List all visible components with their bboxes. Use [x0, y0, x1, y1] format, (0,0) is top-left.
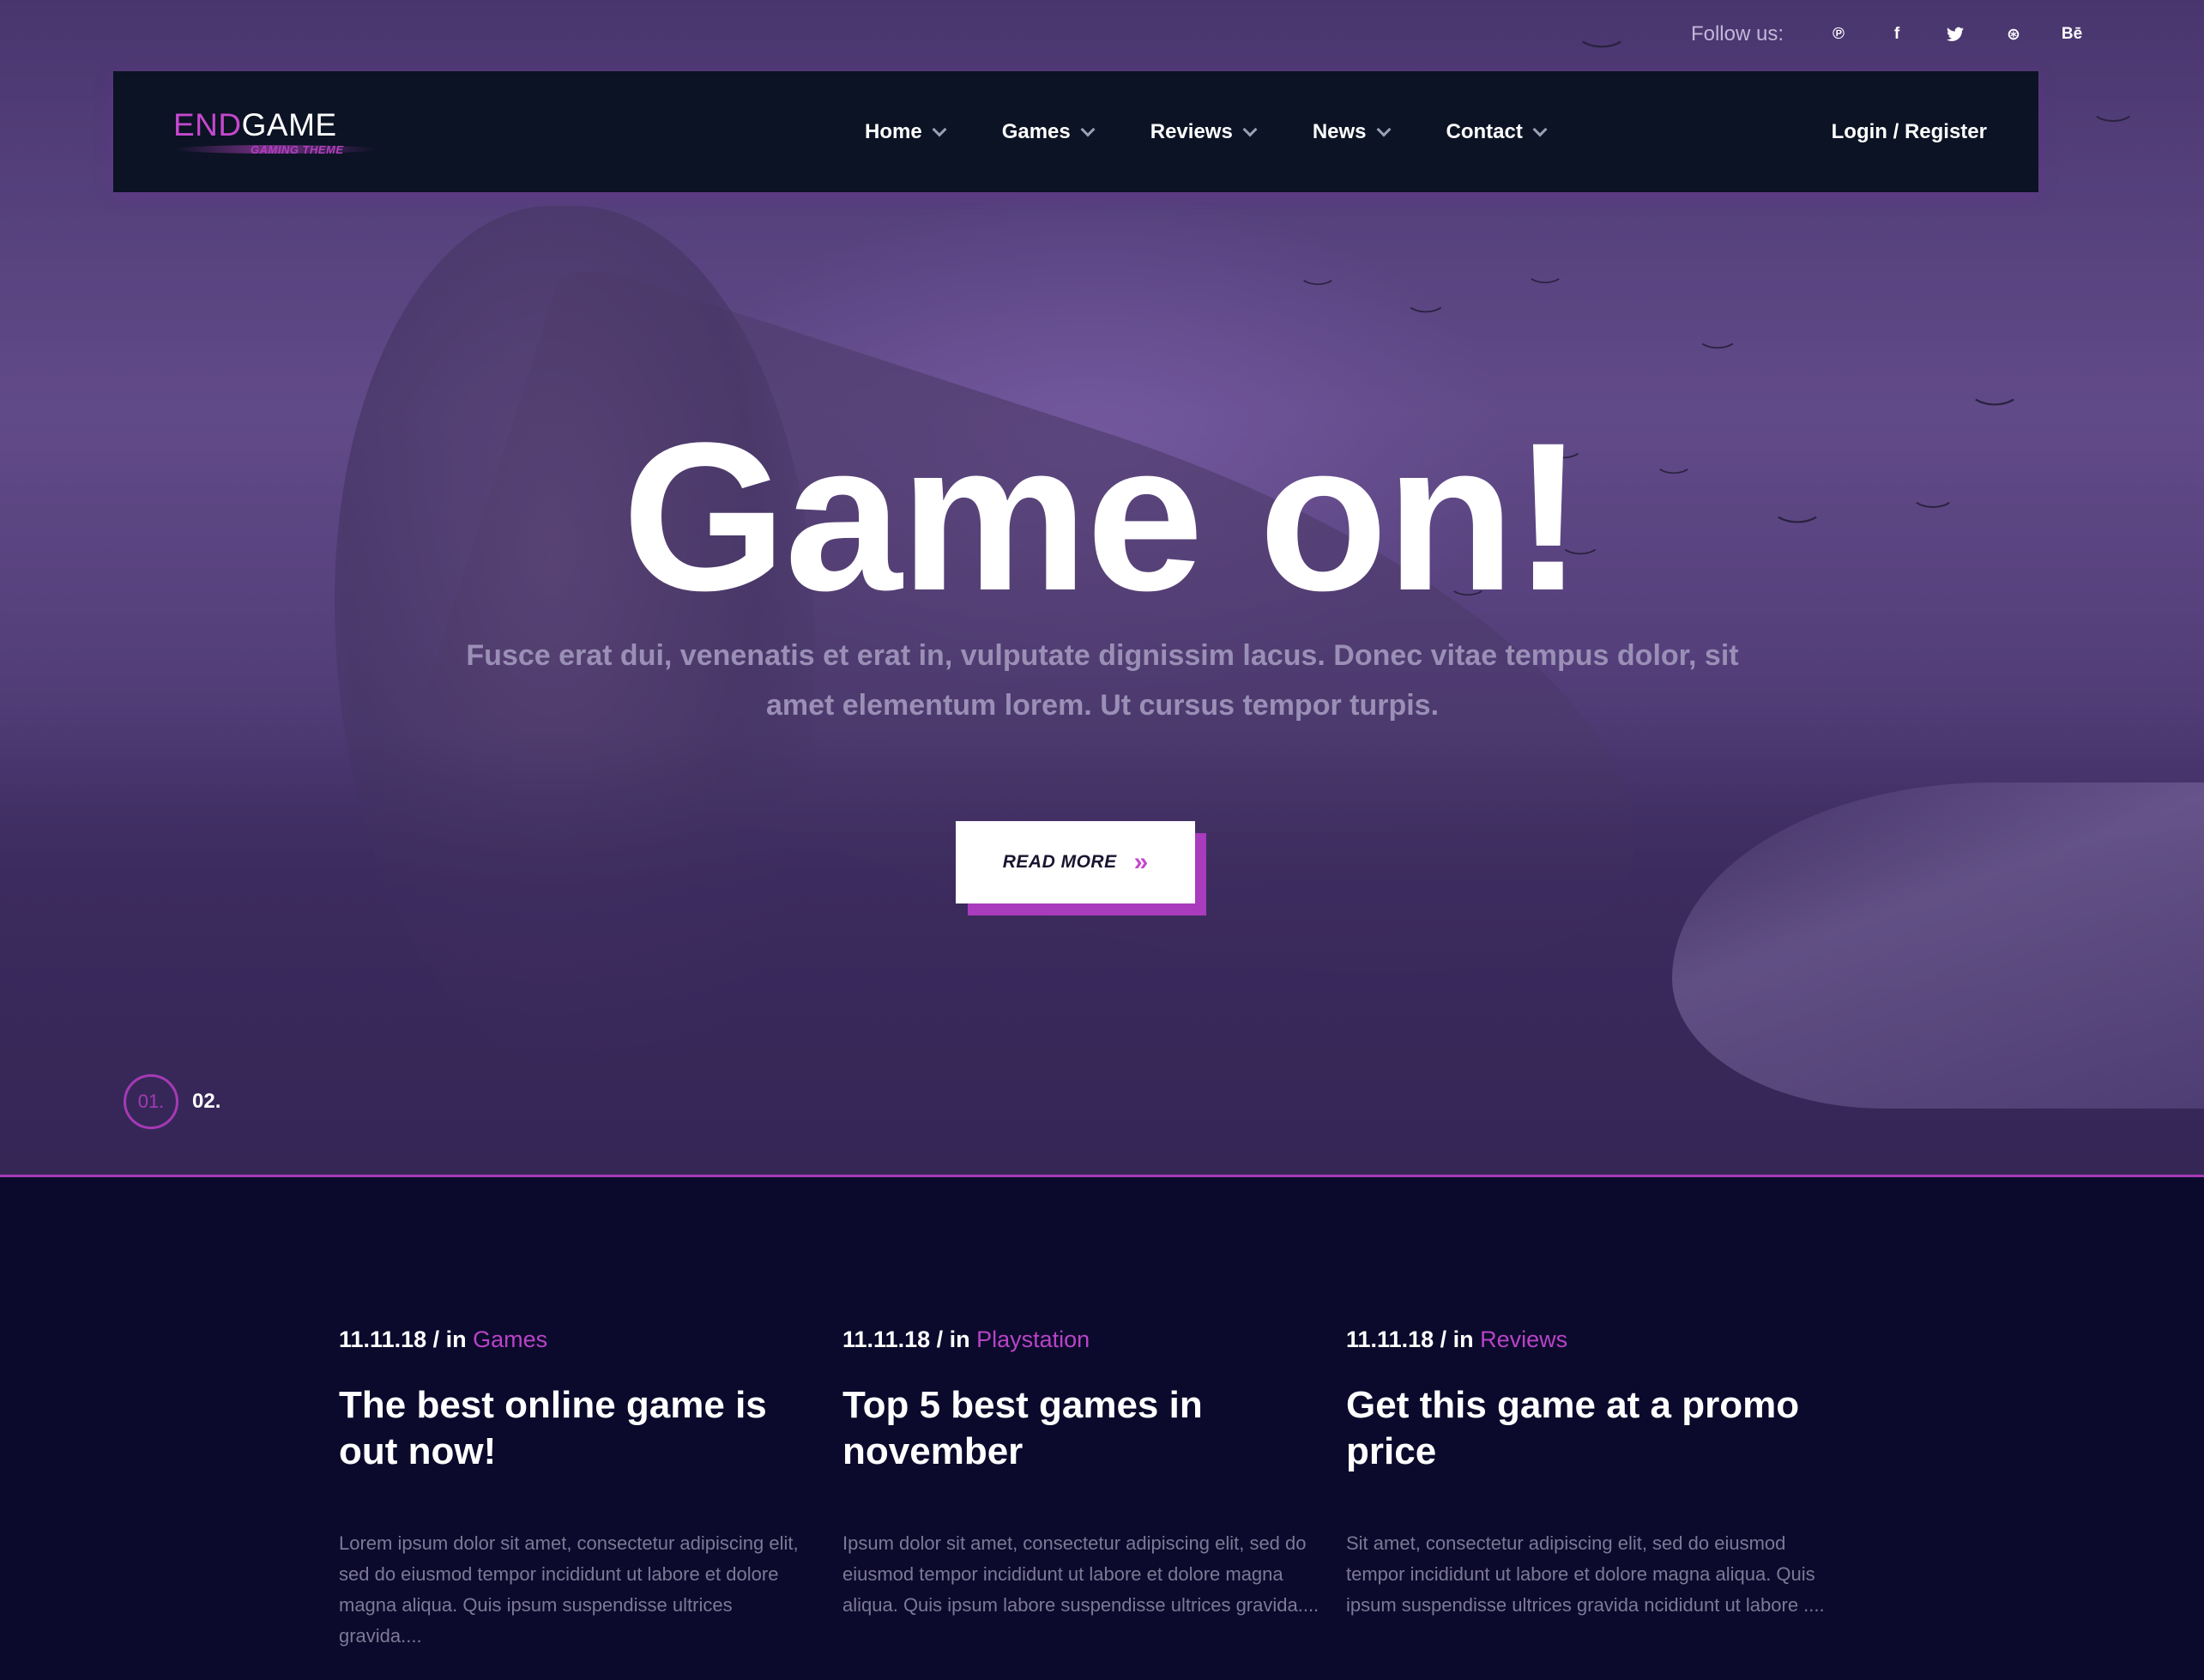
- post-excerpt: Ipsum dolor sit amet, consectetur adipis…: [842, 1532, 1319, 1616]
- bird-icon: ︶: [1302, 280, 1333, 301]
- post-meta: 11.11.18 / in Reviews: [1346, 1326, 1827, 1353]
- logo-part-game: GAME: [241, 107, 337, 142]
- logo-part-end: END: [173, 107, 242, 142]
- post-meta: 11.11.18 / in Playstation: [842, 1326, 1323, 1353]
- post-category-link[interactable]: Games: [473, 1326, 547, 1352]
- dribbble-icon[interactable]: ⊛: [1984, 17, 2043, 51]
- nav-item-games[interactable]: Games: [1001, 119, 1096, 144]
- nav-item-label: News: [1312, 119, 1367, 143]
- hero-subtitle: Fusce erat dui, venenatis et erat in, vu…: [466, 639, 1739, 722]
- bird-icon: ︶: [1700, 341, 1735, 366]
- chevron-down-icon: [1242, 122, 1258, 136]
- social-follow-bar: Follow us: ℗ f ⊛ Bē: [1691, 17, 2101, 51]
- nav-item-news[interactable]: News: [1312, 119, 1392, 144]
- behance-icon[interactable]: Bē: [2043, 17, 2101, 51]
- post-card: 11.11.18 / in Playstation Top 5 best gam…: [842, 1326, 1323, 1621]
- post-date: 11.11.18 / in: [842, 1326, 977, 1352]
- read-more-label: READ MORE: [1002, 852, 1117, 872]
- bird-icon: ︶: [2095, 115, 2131, 141]
- nav-item-label: Reviews: [1150, 119, 1233, 143]
- post-category-link[interactable]: Reviews: [1480, 1326, 1567, 1352]
- nav-item-label: Contact: [1446, 119, 1523, 143]
- slider-pagination: 01. 02.: [124, 1074, 220, 1129]
- login-register-link[interactable]: Login / Register: [1832, 71, 1987, 192]
- nav-item-contact[interactable]: Contact: [1446, 119, 1548, 144]
- bird-icon: ︶: [1581, 39, 1622, 69]
- chevron-down-icon: [932, 122, 947, 136]
- post-title-link[interactable]: Get this game at a promo price: [1346, 1382, 1827, 1475]
- facebook-icon[interactable]: f: [1868, 17, 1926, 51]
- chevron-down-icon: [1080, 122, 1096, 136]
- follow-label: Follow us:: [1690, 22, 1784, 45]
- nav-item-label: Home: [865, 119, 922, 143]
- latest-posts-section: 11.11.18 / in Games The best online game…: [0, 1177, 2204, 1680]
- post-card: 11.11.18 / in Reviews Get this game at a…: [1346, 1326, 1827, 1621]
- post-title-link[interactable]: The best online game is out now!: [339, 1382, 819, 1475]
- main-navbar: ENDGAME GAMING THEME Home Games Reviews …: [113, 71, 2038, 192]
- logo-tagline: GAMING THEME: [251, 143, 344, 156]
- post-category-link[interactable]: Playstation: [976, 1326, 1090, 1352]
- chevron-down-icon: [1532, 122, 1548, 136]
- hero-title: Game on!: [622, 399, 1584, 635]
- nav-item-label: Games: [1001, 119, 1071, 143]
- post-excerpt: Lorem ipsum dolor sit amet, consectetur …: [339, 1532, 799, 1647]
- twitter-icon[interactable]: [1926, 17, 1984, 51]
- bird-icon: ︶: [1409, 305, 1443, 329]
- pinterest-icon[interactable]: ℗: [1809, 17, 1868, 51]
- bird-icon: ︶: [1530, 278, 1561, 299]
- main-menu: Home Games Reviews News Contact: [865, 71, 1603, 192]
- post-card: 11.11.18 / in Games The best online game…: [339, 1326, 819, 1652]
- slide-2-indicator[interactable]: 02.: [192, 1090, 220, 1114]
- read-more-button[interactable]: READ MORE »: [956, 821, 1195, 903]
- slide-1-indicator[interactable]: 01.: [124, 1074, 178, 1129]
- post-date: 11.11.18 / in: [1346, 1326, 1481, 1352]
- post-date: 11.11.18 / in: [339, 1326, 474, 1352]
- post-title-link[interactable]: Top 5 best games in november: [842, 1382, 1323, 1475]
- double-chevron-right-icon: »: [1133, 848, 1149, 876]
- nav-item-home[interactable]: Home: [865, 119, 947, 144]
- site-logo[interactable]: ENDGAME GAMING THEME: [173, 109, 379, 160]
- nav-item-reviews[interactable]: Reviews: [1150, 119, 1258, 144]
- read-more-button-wrapper: READ MORE »: [956, 821, 1208, 921]
- logo-wordmark: ENDGAME: [173, 109, 371, 141]
- post-meta: 11.11.18 / in Games: [339, 1326, 819, 1353]
- chevron-down-icon: [1376, 122, 1392, 136]
- post-excerpt: Sit amet, consectetur adipiscing elit, s…: [1346, 1532, 1825, 1616]
